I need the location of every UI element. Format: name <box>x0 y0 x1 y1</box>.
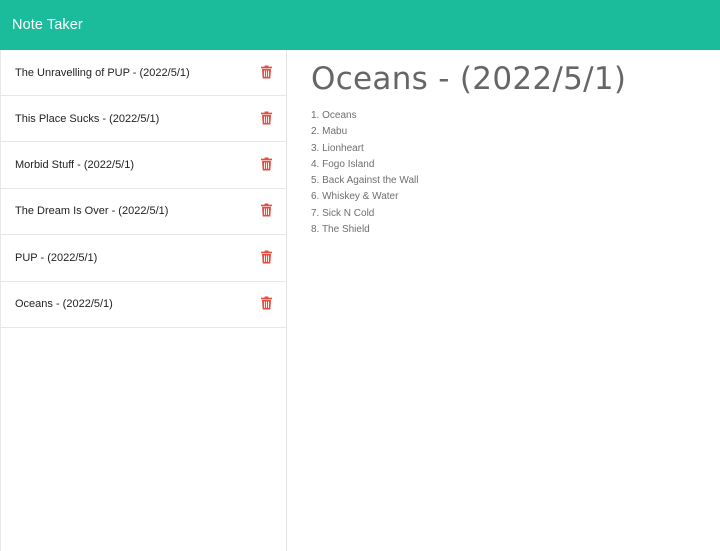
trash-icon[interactable] <box>261 64 272 78</box>
app-title[interactable]: Note Taker <box>12 17 83 33</box>
note-list-item[interactable]: Morbid Stuff - (2022/5/1) <box>1 142 286 189</box>
note-list-item[interactable]: This Place Sucks - (2022/5/1) <box>1 96 286 143</box>
note-text-line: 5. Back Against the Wall <box>311 175 419 187</box>
trash-icon[interactable] <box>261 250 272 264</box>
trash-icon[interactable] <box>261 111 272 125</box>
note-list-item-title[interactable]: Oceans - (2022/5/1) <box>15 298 113 310</box>
navbar: Note Taker <box>0 0 720 50</box>
note-list-item-title[interactable]: The Dream Is Over - (2022/5/1) <box>15 205 168 217</box>
note-list-item[interactable]: PUP - (2022/5/1) <box>1 235 286 282</box>
note-text-line: 4. Fogo Island <box>311 158 375 170</box>
note-text-line: 7. Sick N Cold <box>311 207 375 219</box>
trash-icon[interactable] <box>261 203 272 217</box>
note-view: Oceans - (2022/5/1) 1. Oceans 2. Mabu 3.… <box>288 50 720 551</box>
trash-icon[interactable] <box>261 157 272 171</box>
note-text-line: 8. The Shield <box>311 224 370 236</box>
note-text-line: 2. Mabu <box>311 126 348 138</box>
note-sidebar: The Unravelling of PUP - (2022/5/1) This… <box>0 50 287 551</box>
trash-icon[interactable] <box>261 296 272 310</box>
note-list: The Unravelling of PUP - (2022/5/1) This… <box>1 50 286 328</box>
note-text[interactable]: 1. Oceans 2. Mabu 3. Lionheart 4. Fogo I… <box>311 108 720 238</box>
note-list-item-title[interactable]: Morbid Stuff - (2022/5/1) <box>15 159 134 171</box>
note-list-item-title[interactable]: PUP - (2022/5/1) <box>15 252 97 264</box>
note-list-item[interactable]: Oceans - (2022/5/1) <box>1 282 286 328</box>
note-title[interactable]: Oceans - (2022/5/1) <box>311 60 720 98</box>
note-text-line: 3. Lionheart <box>311 142 364 154</box>
note-list-item-title[interactable]: The Unravelling of PUP - (2022/5/1) <box>15 67 190 79</box>
note-text-line: 1. Oceans <box>311 110 357 121</box>
note-text-line: 6. Whiskey & Water <box>311 191 399 203</box>
note-list-item-title[interactable]: This Place Sucks - (2022/5/1) <box>15 113 159 125</box>
note-list-item[interactable]: The Dream Is Over - (2022/5/1) <box>1 189 286 236</box>
note-list-item[interactable]: The Unravelling of PUP - (2022/5/1) <box>1 50 286 96</box>
